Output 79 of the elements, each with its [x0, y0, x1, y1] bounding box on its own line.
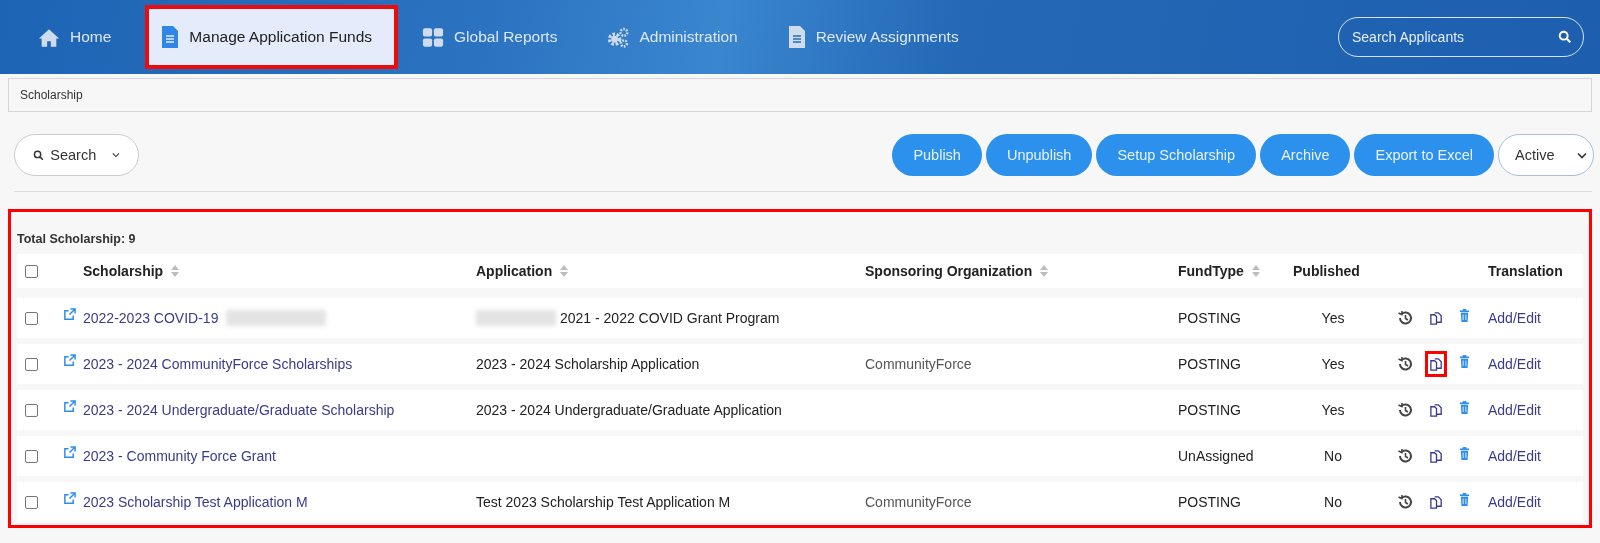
table-cell: Yes	[1321, 356, 1345, 372]
select-all-checkbox[interactable]	[25, 264, 38, 278]
table-cell: POSTING	[1178, 356, 1241, 372]
table-cell: POSTING	[1178, 494, 1241, 510]
scholarship-link[interactable]: 2023 - 2024 Undergraduate/Graduate Scholarship	[83, 402, 395, 418]
translation-link[interactable]: Add/Edit	[1488, 310, 1541, 326]
table-cell: 2021 - 2022 COVID Grant Program	[560, 310, 780, 326]
nav-tab[interactable]: Global Reports	[408, 7, 582, 67]
column-header: Published	[1293, 263, 1360, 279]
chevron-down-icon	[112, 152, 120, 158]
external-link-icon[interactable]	[63, 307, 76, 321]
row-checkbox[interactable]	[25, 495, 38, 509]
nav-tab[interactable]: Home	[24, 7, 136, 67]
trash-icon[interactable]	[1459, 308, 1470, 322]
table-cell: No	[1324, 494, 1342, 510]
table-cell: 2023 - 2024 Scholarship Application	[476, 356, 700, 372]
table-cell: POSTING	[1178, 310, 1241, 326]
history-icon[interactable]	[1397, 310, 1413, 326]
translation-link[interactable]: Add/Edit	[1488, 448, 1541, 464]
column-header: Translation	[1488, 263, 1563, 279]
table-cell: UnAssigned	[1178, 448, 1254, 464]
copy-icon	[1428, 402, 1444, 418]
trash-icon[interactable]	[1459, 400, 1470, 414]
search-icon	[33, 148, 45, 162]
column-header[interactable]: Sponsoring Organization	[865, 263, 1049, 279]
row-checkbox[interactable]	[25, 403, 38, 417]
sort-icon	[171, 265, 180, 277]
row-checkbox[interactable]	[25, 449, 38, 463]
translation-link[interactable]: Add/Edit	[1488, 356, 1541, 372]
column-header[interactable]: FundType	[1178, 263, 1260, 279]
table-cell: CommunityForce	[865, 356, 972, 372]
scholarship-link[interactable]: 2023 - 2024 CommunityForce Scholarships	[83, 356, 353, 372]
history-icon[interactable]	[1397, 356, 1413, 372]
external-link-icon[interactable]	[63, 353, 76, 367]
nav-tab[interactable]: Review Assignments	[773, 7, 983, 67]
history-icon[interactable]	[1397, 402, 1413, 418]
nav-tab[interactable]: Manage Application Funds	[147, 7, 397, 67]
copy-icon	[1428, 494, 1444, 510]
column-header[interactable]: Scholarship	[83, 263, 180, 279]
breadcrumb: Scholarship	[20, 88, 83, 102]
document-icon	[161, 25, 180, 49]
external-link-icon[interactable]	[63, 491, 76, 505]
grid-icon	[422, 26, 445, 48]
copy-icon	[1428, 448, 1444, 464]
copy-icon	[1428, 356, 1444, 372]
search-icon	[1558, 30, 1572, 44]
table-cell: Yes	[1321, 310, 1345, 326]
total-count: Total Scholarship: 9	[17, 232, 137, 246]
table-cell: No	[1324, 448, 1342, 464]
search-field[interactable]: Search Applicants	[1338, 17, 1584, 57]
history-icon[interactable]	[1397, 494, 1413, 510]
external-link-icon[interactable]	[63, 445, 76, 459]
scholarship-link[interactable]: 2023 Scholarship Test Application M	[83, 494, 308, 510]
sort-icon	[1040, 265, 1049, 277]
scholarship-link[interactable]: 2022-2023 COVID-19	[83, 310, 219, 326]
copy-icon	[1428, 310, 1444, 326]
document-icon	[787, 25, 806, 49]
status-select[interactable]: Active	[1498, 134, 1594, 176]
scholarship-link[interactable]: 2023 - Community Force Grant	[83, 448, 276, 464]
sort-icon	[1251, 265, 1260, 277]
translation-link[interactable]: Add/Edit	[1488, 402, 1541, 418]
translation-link[interactable]: Add/Edit	[1488, 494, 1541, 510]
search-dropdown-button[interactable]: Search	[14, 134, 139, 176]
row-checkbox[interactable]	[25, 357, 38, 371]
table-cell: CommunityForce	[865, 494, 972, 510]
column-header[interactable]: Application	[476, 263, 569, 279]
history-icon[interactable]	[1397, 448, 1413, 464]
table-cell: 2023 - 2024 Undergraduate/Graduate Application	[476, 402, 782, 418]
table-cell: POSTING	[1178, 402, 1241, 418]
trash-icon[interactable]	[1459, 492, 1470, 506]
chevron-down-icon	[1577, 151, 1587, 159]
row-checkbox[interactable]	[25, 311, 38, 325]
table-cell: Yes	[1321, 402, 1345, 418]
sort-icon	[560, 265, 569, 277]
external-link-icon[interactable]	[63, 399, 76, 413]
trash-icon[interactable]	[1459, 354, 1470, 368]
copy-button[interactable]	[1425, 351, 1447, 377]
trash-icon[interactable]	[1459, 446, 1470, 460]
table-cell: Test 2023 Scholarship Test Application M	[476, 494, 731, 510]
